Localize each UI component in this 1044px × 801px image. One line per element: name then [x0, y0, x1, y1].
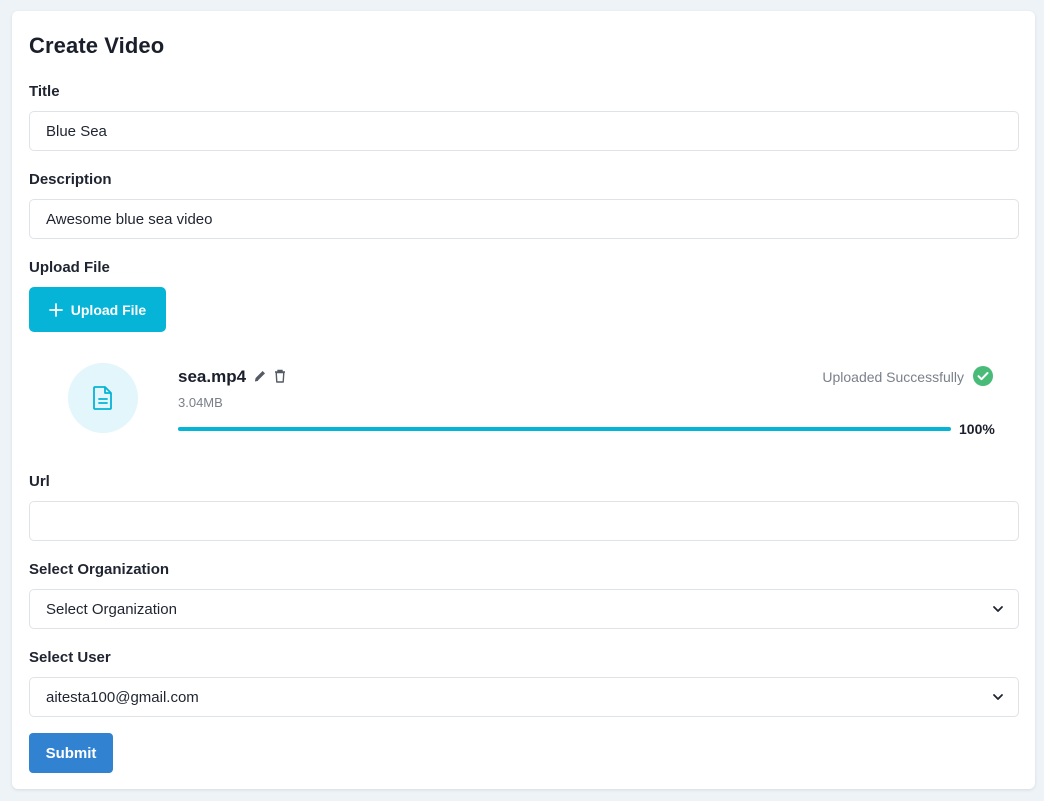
url-label: Url	[29, 473, 50, 490]
organization-select[interactable]: Select Organization	[29, 589, 1019, 629]
create-video-card: Create Video Title Description Upload Fi…	[12, 11, 1035, 789]
edit-icon[interactable]	[252, 368, 268, 384]
page-title: Create Video	[29, 33, 165, 58]
description-input[interactable]	[29, 199, 1019, 239]
plus-icon	[48, 302, 63, 317]
chevron-down-icon	[993, 606, 1003, 612]
submit-button[interactable]: Submit	[29, 733, 113, 773]
title-label: Title	[29, 83, 60, 100]
organization-label: Select Organization	[29, 561, 170, 578]
upload-file-button[interactable]: Upload File	[29, 287, 166, 332]
document-icon	[93, 386, 112, 410]
file-name: sea.mp4	[178, 367, 247, 386]
upload-file-button-label: Upload File	[70, 301, 147, 318]
upload-progress-bar	[178, 427, 951, 431]
trash-icon[interactable]	[272, 368, 288, 384]
file-thumbnail	[68, 363, 138, 433]
file-size: 3.04MB	[178, 395, 223, 410]
organization-select-value: Select Organization	[46, 600, 177, 618]
chevron-down-icon	[993, 694, 1003, 700]
description-label: Description	[29, 171, 112, 188]
upload-file-label: Upload File	[29, 259, 110, 276]
user-label: Select User	[29, 649, 111, 666]
upload-progress-percent: 100%	[959, 421, 995, 437]
upload-status: Uploaded Successfully	[822, 369, 964, 385]
title-input[interactable]	[29, 111, 1019, 151]
check-circle-icon	[973, 366, 993, 386]
url-input[interactable]	[29, 501, 1019, 541]
user-select-value: aitesta100@gmail.com	[46, 688, 199, 706]
upload-progress-fill	[178, 427, 951, 431]
user-select[interactable]: aitesta100@gmail.com	[29, 677, 1019, 717]
